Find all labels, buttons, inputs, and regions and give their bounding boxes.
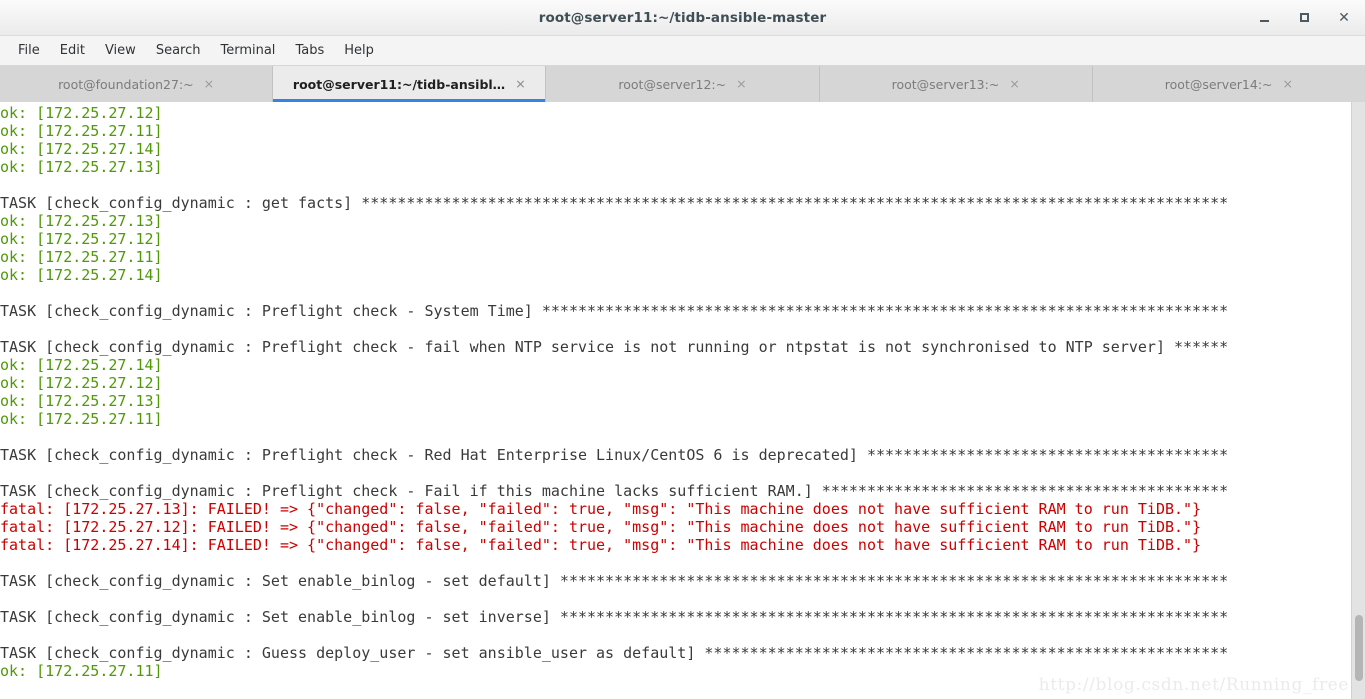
tab-label: root@server14:~: [1164, 76, 1273, 92]
terminal-line: TASK [check_config_dynamic : Preflight c…: [0, 302, 1229, 320]
tab-server14[interactable]: root@server14:~ ×: [1092, 66, 1365, 102]
tab-close-icon[interactable]: ×: [1009, 77, 1019, 91]
menu-item-terminal[interactable]: Terminal: [210, 40, 285, 61]
tab-foundation27[interactable]: root@foundation27:~ ×: [0, 66, 274, 102]
terminal-line: fatal: [172.25.27.13]: FAILED! => {"chan…: [0, 500, 1202, 518]
tab-server13[interactable]: root@server13:~ ×: [819, 66, 1093, 102]
maximize-button[interactable]: [1293, 7, 1315, 29]
menu-item-help[interactable]: Help: [334, 40, 384, 61]
terminal-line: fatal: [172.25.27.14]: FAILED! => {"chan…: [0, 536, 1202, 554]
maximize-icon: [1299, 13, 1309, 22]
menu-item-tabs[interactable]: Tabs: [285, 40, 334, 61]
scrollbar-thumb[interactable]: [1355, 615, 1363, 682]
terminal-line: ok: [172.25.27.12]: [0, 374, 163, 392]
tab-close-icon[interactable]: ×: [736, 77, 746, 91]
terminal-line-list: ok: [172.25.27.12] ok: [172.25.27.11] ok: …: [0, 102, 1351, 680]
terminal-line: ok: [172.25.27.12]: [0, 230, 163, 248]
tab-label: root@server13:~: [891, 76, 1000, 92]
close-icon: ✕: [1338, 9, 1350, 26]
terminal-window: root@server11:~/tidb-ansible-master ✕ Fi…: [0, 0, 1365, 699]
terminal-line: TASK [check_config_dynamic : Preflight c…: [0, 482, 1229, 500]
tab-label: root@server11:~/tidb-ansibl…: [292, 76, 506, 92]
terminal-line: TASK [check_config_dynamic : Set enable_…: [0, 608, 1229, 626]
terminal-line: TASK [check_config_dynamic : Preflight c…: [0, 446, 1229, 464]
terminal-line: ok: [172.25.27.13]: [0, 212, 163, 230]
terminal-line: ok: [172.25.27.12]: [0, 104, 163, 122]
menu-bar: File Edit View Search Terminal Tabs Help: [0, 36, 1365, 66]
menu-item-search[interactable]: Search: [146, 40, 211, 61]
tab-close-icon[interactable]: ×: [204, 77, 214, 91]
terminal-line: ok: [172.25.27.14]: [0, 266, 163, 284]
terminal-line: ok: [172.25.27.11]: [0, 662, 163, 680]
terminal-scrollbar[interactable]: [1351, 102, 1365, 699]
menu-item-file[interactable]: File: [8, 40, 50, 61]
tab-label: root@foundation27:~: [58, 76, 194, 92]
terminal-line: ok: [172.25.27.14]: [0, 356, 163, 374]
close-button[interactable]: ✕: [1333, 7, 1355, 29]
menu-item-edit[interactable]: Edit: [50, 40, 95, 61]
window-controls: ✕: [1253, 0, 1355, 35]
terminal-line: TASK [check_config_dynamic : Guess deplo…: [0, 644, 1229, 662]
terminal-line: TASK [check_config_dynamic : get facts] …: [0, 194, 1229, 212]
terminal-output[interactable]: ok: [172.25.27.12] ok: [172.25.27.11] ok: …: [0, 102, 1351, 699]
terminal-line: ok: [172.25.27.13]: [0, 158, 163, 176]
title-bar: root@server11:~/tidb-ansible-master ✕: [0, 0, 1365, 36]
minimize-icon: [1259, 19, 1269, 22]
terminal-line: ok: [172.25.27.11]: [0, 410, 163, 428]
tab-close-icon[interactable]: ×: [1283, 77, 1293, 91]
tab-server12[interactable]: root@server12:~ ×: [546, 66, 820, 102]
tab-server11[interactable]: root@server11:~/tidb-ansibl… ×: [273, 66, 547, 102]
terminal-line: fatal: [172.25.27.12]: FAILED! => {"chan…: [0, 518, 1202, 536]
terminal-line: ok: [172.25.27.11]: [0, 122, 163, 140]
tab-label: root@server12:~: [618, 76, 727, 92]
terminal-line: ok: [172.25.27.14]: [0, 140, 163, 158]
minimize-button[interactable]: [1253, 7, 1275, 29]
tab-bar: root@foundation27:~ × root@server11:~/ti…: [0, 66, 1365, 102]
window-title: root@server11:~/tidb-ansible-master: [538, 9, 827, 26]
terminal-line: TASK [check_config_dynamic : Preflight c…: [0, 338, 1229, 356]
terminal-area: ok: [172.25.27.12] ok: [172.25.27.11] ok: …: [0, 102, 1365, 699]
terminal-line: ok: [172.25.27.11]: [0, 248, 163, 266]
tab-close-icon[interactable]: ×: [515, 77, 525, 91]
menu-item-view[interactable]: View: [95, 40, 146, 61]
terminal-line: ok: [172.25.27.13]: [0, 392, 163, 410]
terminal-line: TASK [check_config_dynamic : Set enable_…: [0, 572, 1229, 590]
